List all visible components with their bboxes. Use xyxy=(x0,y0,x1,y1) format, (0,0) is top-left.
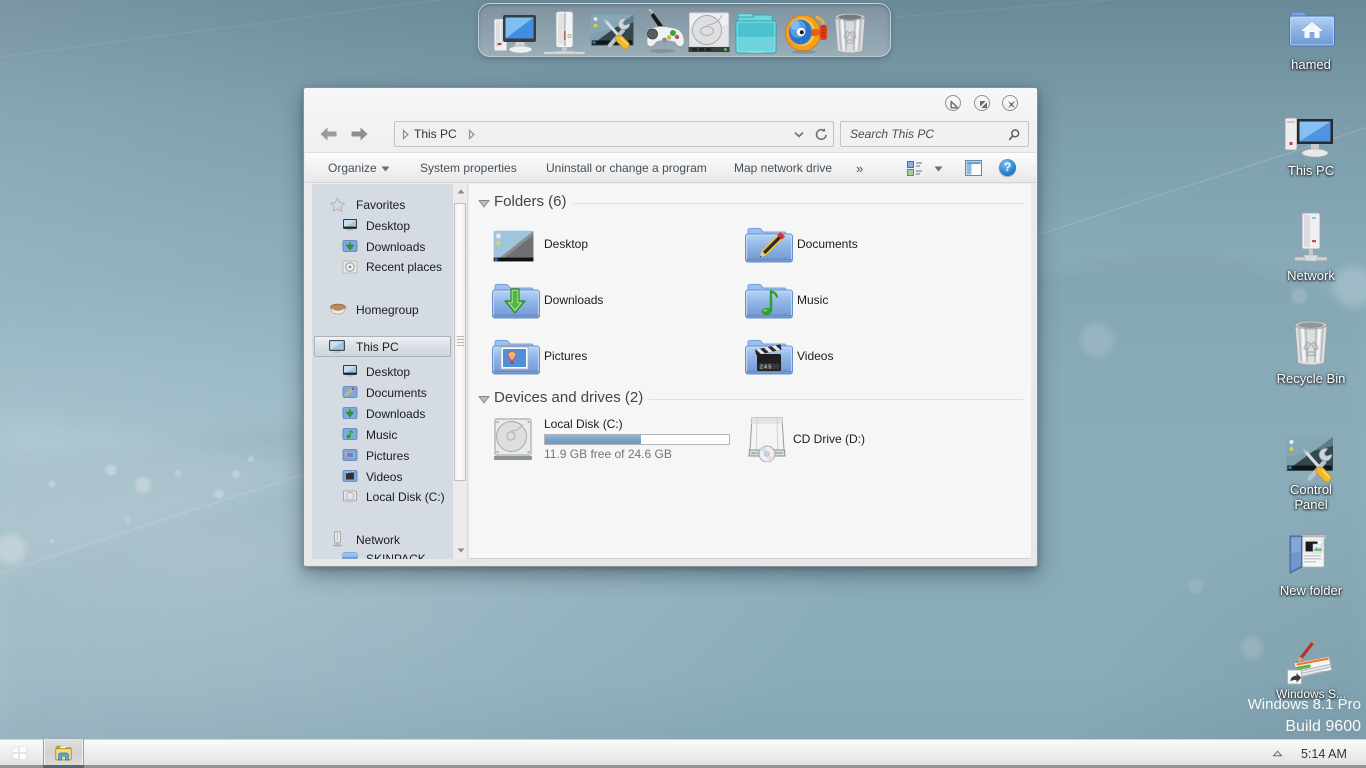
svg-text:2 4 5: 2 4 5 xyxy=(760,365,771,371)
